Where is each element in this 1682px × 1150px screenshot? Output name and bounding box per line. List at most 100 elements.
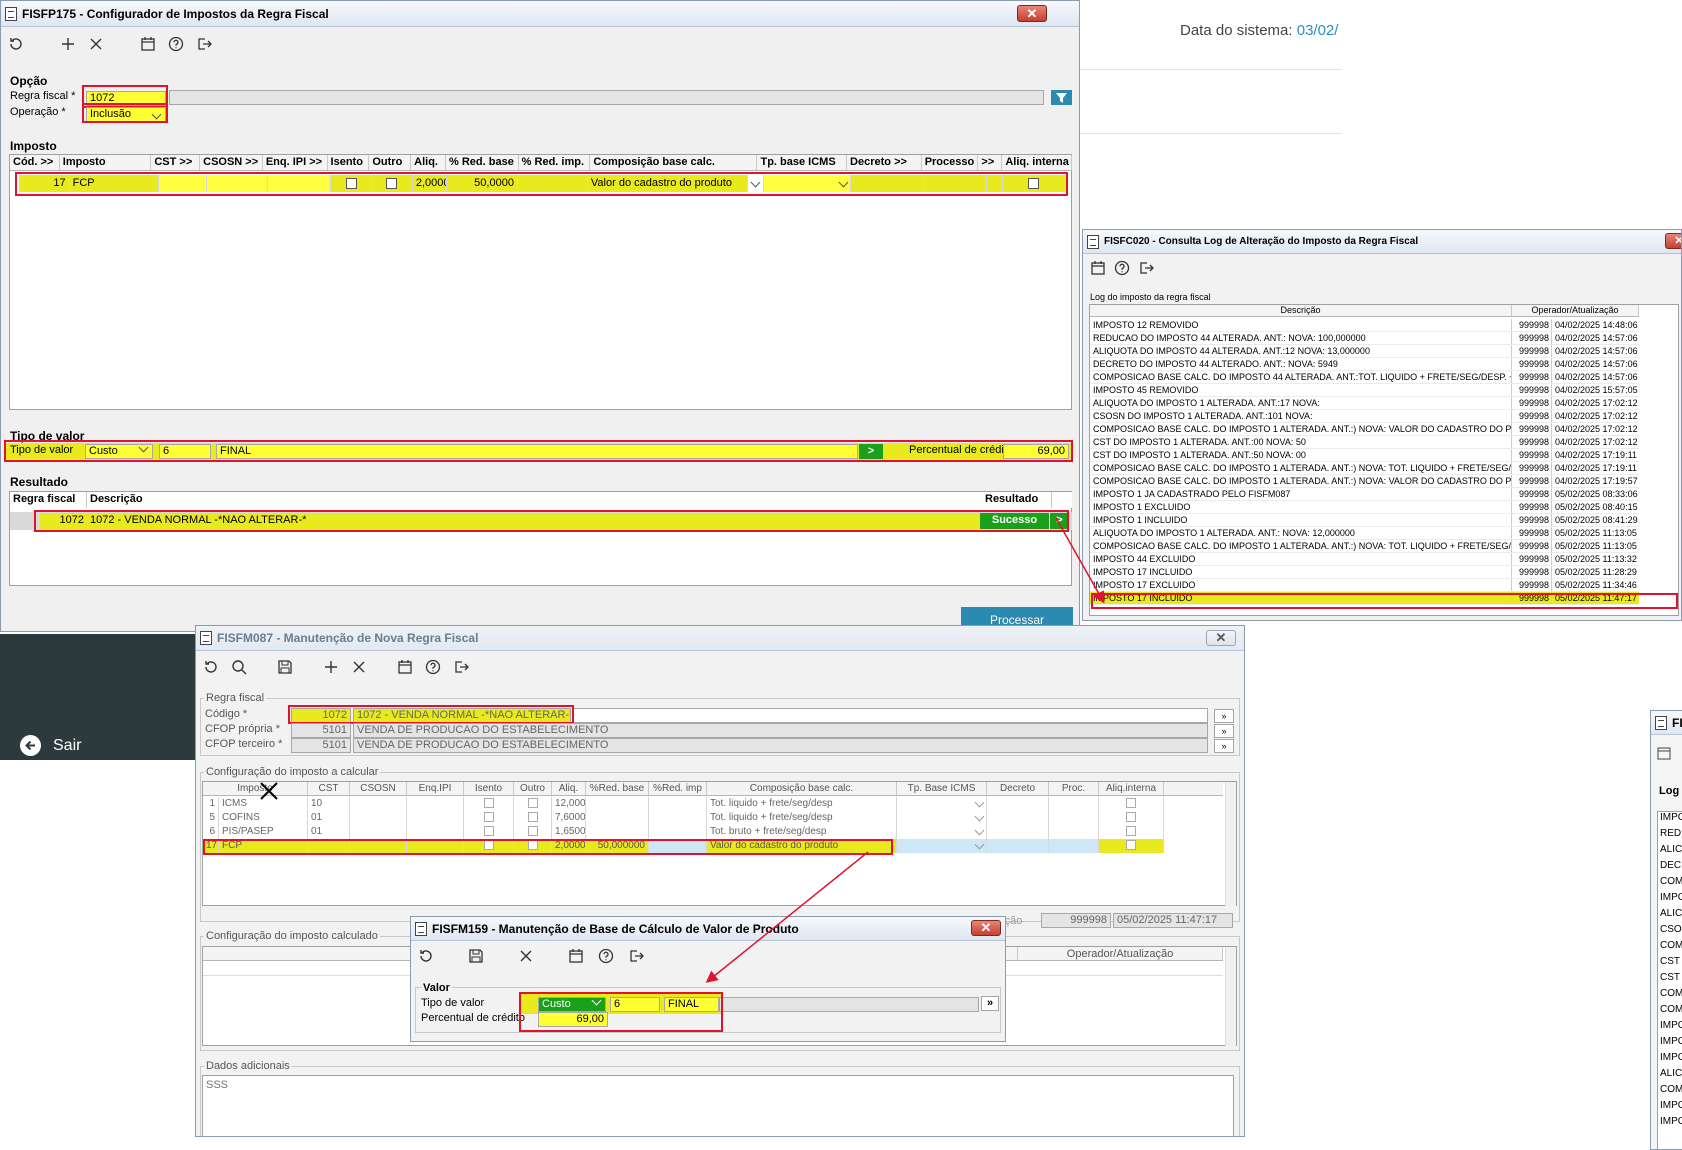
table-row[interactable]: 1 ICMS 10 12,000 Tot. liquido + frete/seg/de… bbox=[203, 797, 1164, 811]
log-row[interactable]: COMPOSICAO BASE CALC. DO IMPOSTO 1 ALTER… bbox=[1090, 475, 1639, 488]
log-row-partial[interactable]: ALIC bbox=[1660, 844, 1682, 855]
cell-comp[interactable]: Valor do cadastro do produto bbox=[707, 839, 897, 853]
tipo-valor-select[interactable]: Custo bbox=[538, 997, 606, 1012]
go-button[interactable]: > bbox=[859, 444, 883, 459]
outro-checkbox[interactable] bbox=[386, 177, 398, 189]
aliq-cell[interactable]: 2,0000 bbox=[413, 175, 447, 192]
column-header[interactable]: Outro bbox=[514, 782, 552, 795]
help-icon[interactable] bbox=[597, 947, 615, 965]
codigo-input[interactable]: 1072 bbox=[291, 708, 351, 723]
log-row-partial[interactable]: COM bbox=[1660, 1084, 1682, 1095]
column-header[interactable]: Decreto >> bbox=[847, 155, 922, 170]
cell-comp[interactable]: Tot. liquido + frete/seg/desp bbox=[707, 811, 897, 825]
log-row[interactable]: COMPOSICAO BASE CALC. DO IMPOSTO 44 ALTE… bbox=[1090, 371, 1639, 384]
calendar-icon[interactable] bbox=[1657, 746, 1671, 763]
close-button[interactable]: ✕ bbox=[1206, 630, 1236, 646]
checkbox[interactable] bbox=[483, 826, 494, 837]
log-row[interactable]: CST DO IMPOSTO 1 ALTERADA. ANT.:50 NOVA:… bbox=[1090, 449, 1639, 462]
checkbox[interactable] bbox=[1126, 812, 1136, 823]
percentual-credito-input[interactable]: 69,00 bbox=[538, 1012, 608, 1027]
log-row[interactable]: IMPOSTO 17 INCLUIDO 999998 05/02/2025 11:2… bbox=[1090, 566, 1639, 579]
close-button[interactable]: ✕ bbox=[971, 920, 1001, 936]
operacao-select[interactable]: Inclusão bbox=[86, 107, 166, 122]
isento-checkbox[interactable] bbox=[345, 177, 357, 189]
tp-base-icms-select[interactable] bbox=[897, 825, 987, 839]
column-header[interactable]: CSOSN bbox=[350, 782, 407, 795]
column-header[interactable]: CST >> bbox=[151, 155, 201, 170]
column-header[interactable]: % Red. imp. bbox=[519, 155, 591, 170]
checkbox-cell[interactable] bbox=[514, 797, 552, 811]
log-row-partial[interactable]: COM bbox=[1660, 876, 1682, 887]
column-header[interactable]: Cód. >> bbox=[10, 155, 60, 170]
save-icon[interactable] bbox=[276, 658, 294, 676]
column-header[interactable]: CST bbox=[308, 782, 350, 795]
log-row-partial[interactable]: IMPC bbox=[1660, 1052, 1682, 1063]
log-row[interactable]: ALIQUOTA DO IMPOSTO 44 ALTERADA. ANT.:12… bbox=[1090, 345, 1639, 358]
undo-icon[interactable] bbox=[202, 658, 220, 676]
percentual-credito-input[interactable]: 69,00 bbox=[1003, 444, 1069, 459]
log-row[interactable]: COMPOSICAO BASE CALC. DO IMPOSTO 1 ALTER… bbox=[1090, 462, 1639, 475]
column-header[interactable]: Composição base calc. bbox=[707, 782, 897, 795]
column-header[interactable]: Isento bbox=[328, 155, 370, 170]
calendar-icon[interactable] bbox=[396, 658, 414, 676]
cell-aliq[interactable]: 2,0000 bbox=[552, 839, 586, 853]
close-button[interactable]: ✕ bbox=[1665, 233, 1681, 249]
log-row[interactable]: IMPOSTO 17 EXCLUIDO 999998 05/02/2025 11:3… bbox=[1090, 579, 1639, 592]
help-icon[interactable] bbox=[167, 35, 185, 53]
checkbox[interactable] bbox=[527, 812, 538, 823]
log-row-partial[interactable]: ALIC bbox=[1660, 908, 1682, 919]
column-header[interactable]: Decreto bbox=[987, 782, 1049, 795]
tipo-valor-code[interactable]: 6 bbox=[159, 444, 211, 459]
checkbox-cell[interactable] bbox=[1099, 811, 1164, 825]
checkbox[interactable] bbox=[1126, 826, 1136, 837]
column-header[interactable]: %Red. base bbox=[586, 782, 649, 795]
column-header[interactable]: Outro bbox=[369, 155, 412, 170]
cfop-terceiro-lookup-button[interactable]: » bbox=[1214, 739, 1234, 753]
cell-cst[interactable]: 01 bbox=[308, 811, 350, 825]
filter-button[interactable] bbox=[1051, 90, 1072, 105]
checkbox-cell[interactable] bbox=[514, 825, 552, 839]
vertical-scrollbar[interactable] bbox=[1225, 947, 1236, 1046]
log-row-partial[interactable]: IMPC bbox=[1660, 1020, 1682, 1031]
checkbox[interactable] bbox=[483, 798, 494, 809]
log-row[interactable]: IMPOSTO 1 EXCLUIDO 999998 05/02/2025 08:40… bbox=[1090, 501, 1639, 514]
log-row-partial[interactable]: CST bbox=[1660, 956, 1680, 967]
tp-base-icms-select[interactable] bbox=[763, 175, 852, 192]
checkbox-cell[interactable] bbox=[1099, 797, 1164, 811]
sair-button[interactable]: Sair bbox=[20, 735, 81, 756]
table-row[interactable]: 17 FCP 2,0000 50,000000 Valor do cadastro do… bbox=[203, 839, 1164, 853]
composicao-select[interactable]: Valor do cadastro do produto bbox=[588, 175, 748, 192]
log-row[interactable]: CST DO IMPOSTO 1 ALTERADA. ANT.:00 NOVA:… bbox=[1090, 436, 1639, 449]
column-header[interactable]: Proc. bbox=[1049, 782, 1099, 795]
cfop-terceiro-input[interactable]: 5101 bbox=[291, 738, 351, 753]
column-header[interactable]: Tp. base ICMS bbox=[757, 155, 848, 170]
table-row[interactable]: 6 PIS/PASEP 01 1,6500 Tot. bruto + frete/seg… bbox=[203, 825, 1164, 839]
checkbox-cell[interactable] bbox=[464, 811, 514, 825]
csosn-cell[interactable] bbox=[206, 175, 268, 192]
aliq-interna-checkbox[interactable] bbox=[1028, 177, 1040, 189]
tipo-valor-code[interactable]: 6 bbox=[610, 997, 660, 1012]
codigo-lookup-button[interactable]: » bbox=[1214, 709, 1234, 723]
calendar-icon[interactable] bbox=[139, 35, 157, 53]
column-header[interactable]: Aliq. interna bbox=[1002, 155, 1072, 170]
log-row-partial[interactable]: IMPC bbox=[1660, 812, 1682, 823]
checkbox[interactable] bbox=[527, 826, 538, 837]
exit-icon[interactable] bbox=[452, 658, 470, 676]
table-row[interactable]: 1072 1072 - VENDA NORMAL -*NAO ALTERAR-*… bbox=[40, 513, 1070, 529]
add-icon[interactable] bbox=[322, 658, 340, 676]
close-button[interactable]: ✕ bbox=[1017, 5, 1047, 22]
column-header[interactable]: Tp. Base ICMS bbox=[897, 782, 987, 795]
column-header[interactable]: Imposto bbox=[203, 782, 308, 795]
tp-base-icms-select[interactable] bbox=[897, 811, 987, 825]
column-header[interactable]: Imposto bbox=[60, 155, 152, 170]
log-row-partial[interactable]: COM bbox=[1660, 1004, 1682, 1015]
calendar-icon[interactable] bbox=[567, 947, 585, 965]
log-row-partial[interactable]: COM bbox=[1660, 988, 1682, 999]
cell-red[interactable]: 50,000000 bbox=[586, 839, 649, 853]
checkbox[interactable] bbox=[527, 840, 538, 851]
log-row-partial[interactable]: IMPC bbox=[1660, 892, 1682, 903]
exit-icon[interactable] bbox=[627, 947, 645, 965]
save-icon[interactable] bbox=[467, 947, 485, 965]
help-icon[interactable] bbox=[1113, 259, 1131, 277]
undo-icon[interactable] bbox=[7, 35, 25, 53]
